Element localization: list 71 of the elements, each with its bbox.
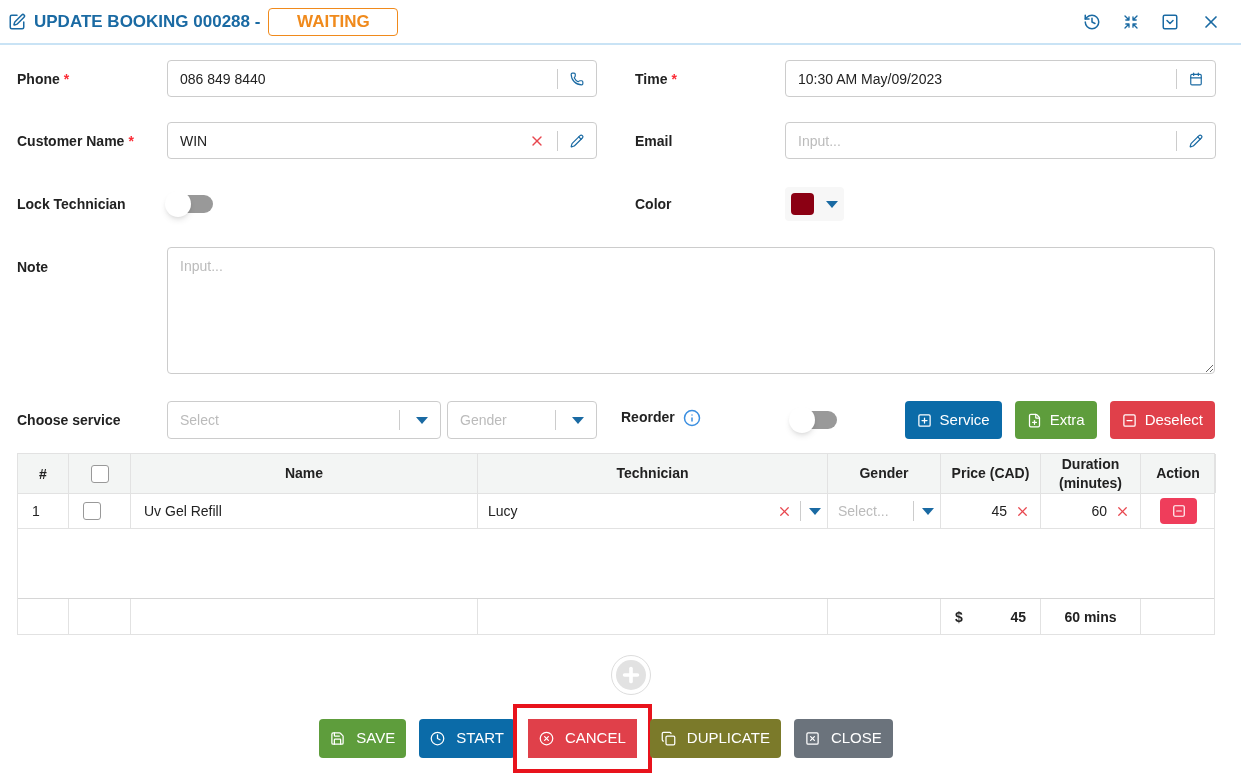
note-field[interactable]: Input... — [167, 247, 1215, 374]
calendar-icon[interactable] — [1189, 71, 1203, 86]
field-label: Time — [635, 69, 668, 89]
required-mark: * — [63, 69, 70, 89]
duration-total: 60 mins — [1064, 607, 1117, 627]
phone-icon[interactable] — [570, 71, 584, 86]
history-icon[interactable] — [1083, 12, 1101, 31]
footer-button[interactable]: CANCEL — [527, 719, 637, 758]
phone-field[interactable]: 086 849 8440 — [167, 60, 597, 97]
action-button[interactable]: Deselect — [1109, 401, 1215, 439]
collapse-icon[interactable] — [1123, 13, 1139, 30]
table-cell-text: 1 — [32, 502, 40, 521]
field-label: Lock Technician — [17, 195, 126, 214]
field-label: Note — [17, 259, 49, 275]
footer-button[interactable]: SAVE — [319, 719, 407, 758]
time-field[interactable]: 10:30 AM May/09/2023 — [785, 60, 1216, 97]
column-header: Action — [1155, 464, 1201, 483]
checkbox[interactable] — [83, 502, 101, 520]
button-icon — [1121, 412, 1137, 428]
field-label: Reorder — [621, 408, 675, 427]
button-icon — [538, 731, 554, 746]
required-mark: * — [671, 69, 677, 89]
column-header: Gender — [858, 464, 910, 483]
checkbox[interactable] — [90, 464, 109, 483]
color-picker[interactable] — [785, 187, 844, 221]
email-input[interactable]: Input... — [798, 130, 1176, 151]
caret-icon — [809, 507, 821, 515]
field-label: Color — [635, 195, 672, 214]
button-icon — [660, 731, 676, 746]
field-label: Email — [635, 131, 673, 151]
column-header: # — [39, 464, 47, 484]
minus-icon — [1171, 504, 1186, 518]
footer-button[interactable]: CLOSE — [793, 719, 893, 758]
button-icon — [430, 731, 446, 746]
price-input[interactable]: 45 — [991, 501, 1007, 521]
caret-icon — [922, 507, 934, 515]
field-label: Phone — [17, 69, 60, 89]
required-mark: * — [128, 131, 134, 151]
dialog-title: UPDATE BOOKING 000288 - — [34, 10, 261, 33]
edit-icon — [8, 12, 26, 31]
button-icon — [1026, 412, 1042, 428]
button-icon — [804, 731, 820, 746]
column-header: Price (CAD) — [950, 464, 1031, 483]
caret-icon — [572, 416, 584, 424]
info-icon[interactable] — [682, 409, 701, 427]
duration-input[interactable]: 60 — [1091, 501, 1107, 521]
table-cell-text: Uv Gel Refill — [144, 502, 222, 521]
currency-symbol: $ — [955, 607, 963, 627]
status-badge: WAITING — [268, 7, 399, 36]
action-button[interactable]: Extra — [1014, 401, 1097, 439]
field-label: Customer Name — [17, 131, 125, 151]
edit-icon[interactable] — [1189, 133, 1203, 148]
footer-button[interactable]: DUPLICATE — [649, 719, 781, 758]
minimize-icon[interactable] — [1161, 12, 1179, 31]
plus-icon — [620, 664, 642, 686]
button-icon — [916, 412, 932, 428]
edit-icon[interactable] — [570, 133, 584, 148]
technician-select[interactable]: Lucy — [488, 501, 777, 521]
column-header: Name — [283, 464, 325, 483]
column-header: Duration (minutes) — [1058, 454, 1123, 493]
caret-icon — [826, 200, 838, 208]
remove-row-button[interactable] — [1160, 498, 1197, 524]
caret-icon — [416, 416, 428, 424]
action-button[interactable]: Service — [904, 401, 1002, 439]
email-field[interactable]: Input... — [785, 122, 1216, 159]
column-header: Technician — [615, 464, 690, 483]
button-icon — [330, 731, 346, 746]
field-label: Choose service — [17, 412, 121, 428]
customer-name-field[interactable]: WIN — [167, 122, 597, 159]
price-total: 45 — [1010, 607, 1026, 627]
footer-button[interactable]: START — [419, 719, 515, 758]
